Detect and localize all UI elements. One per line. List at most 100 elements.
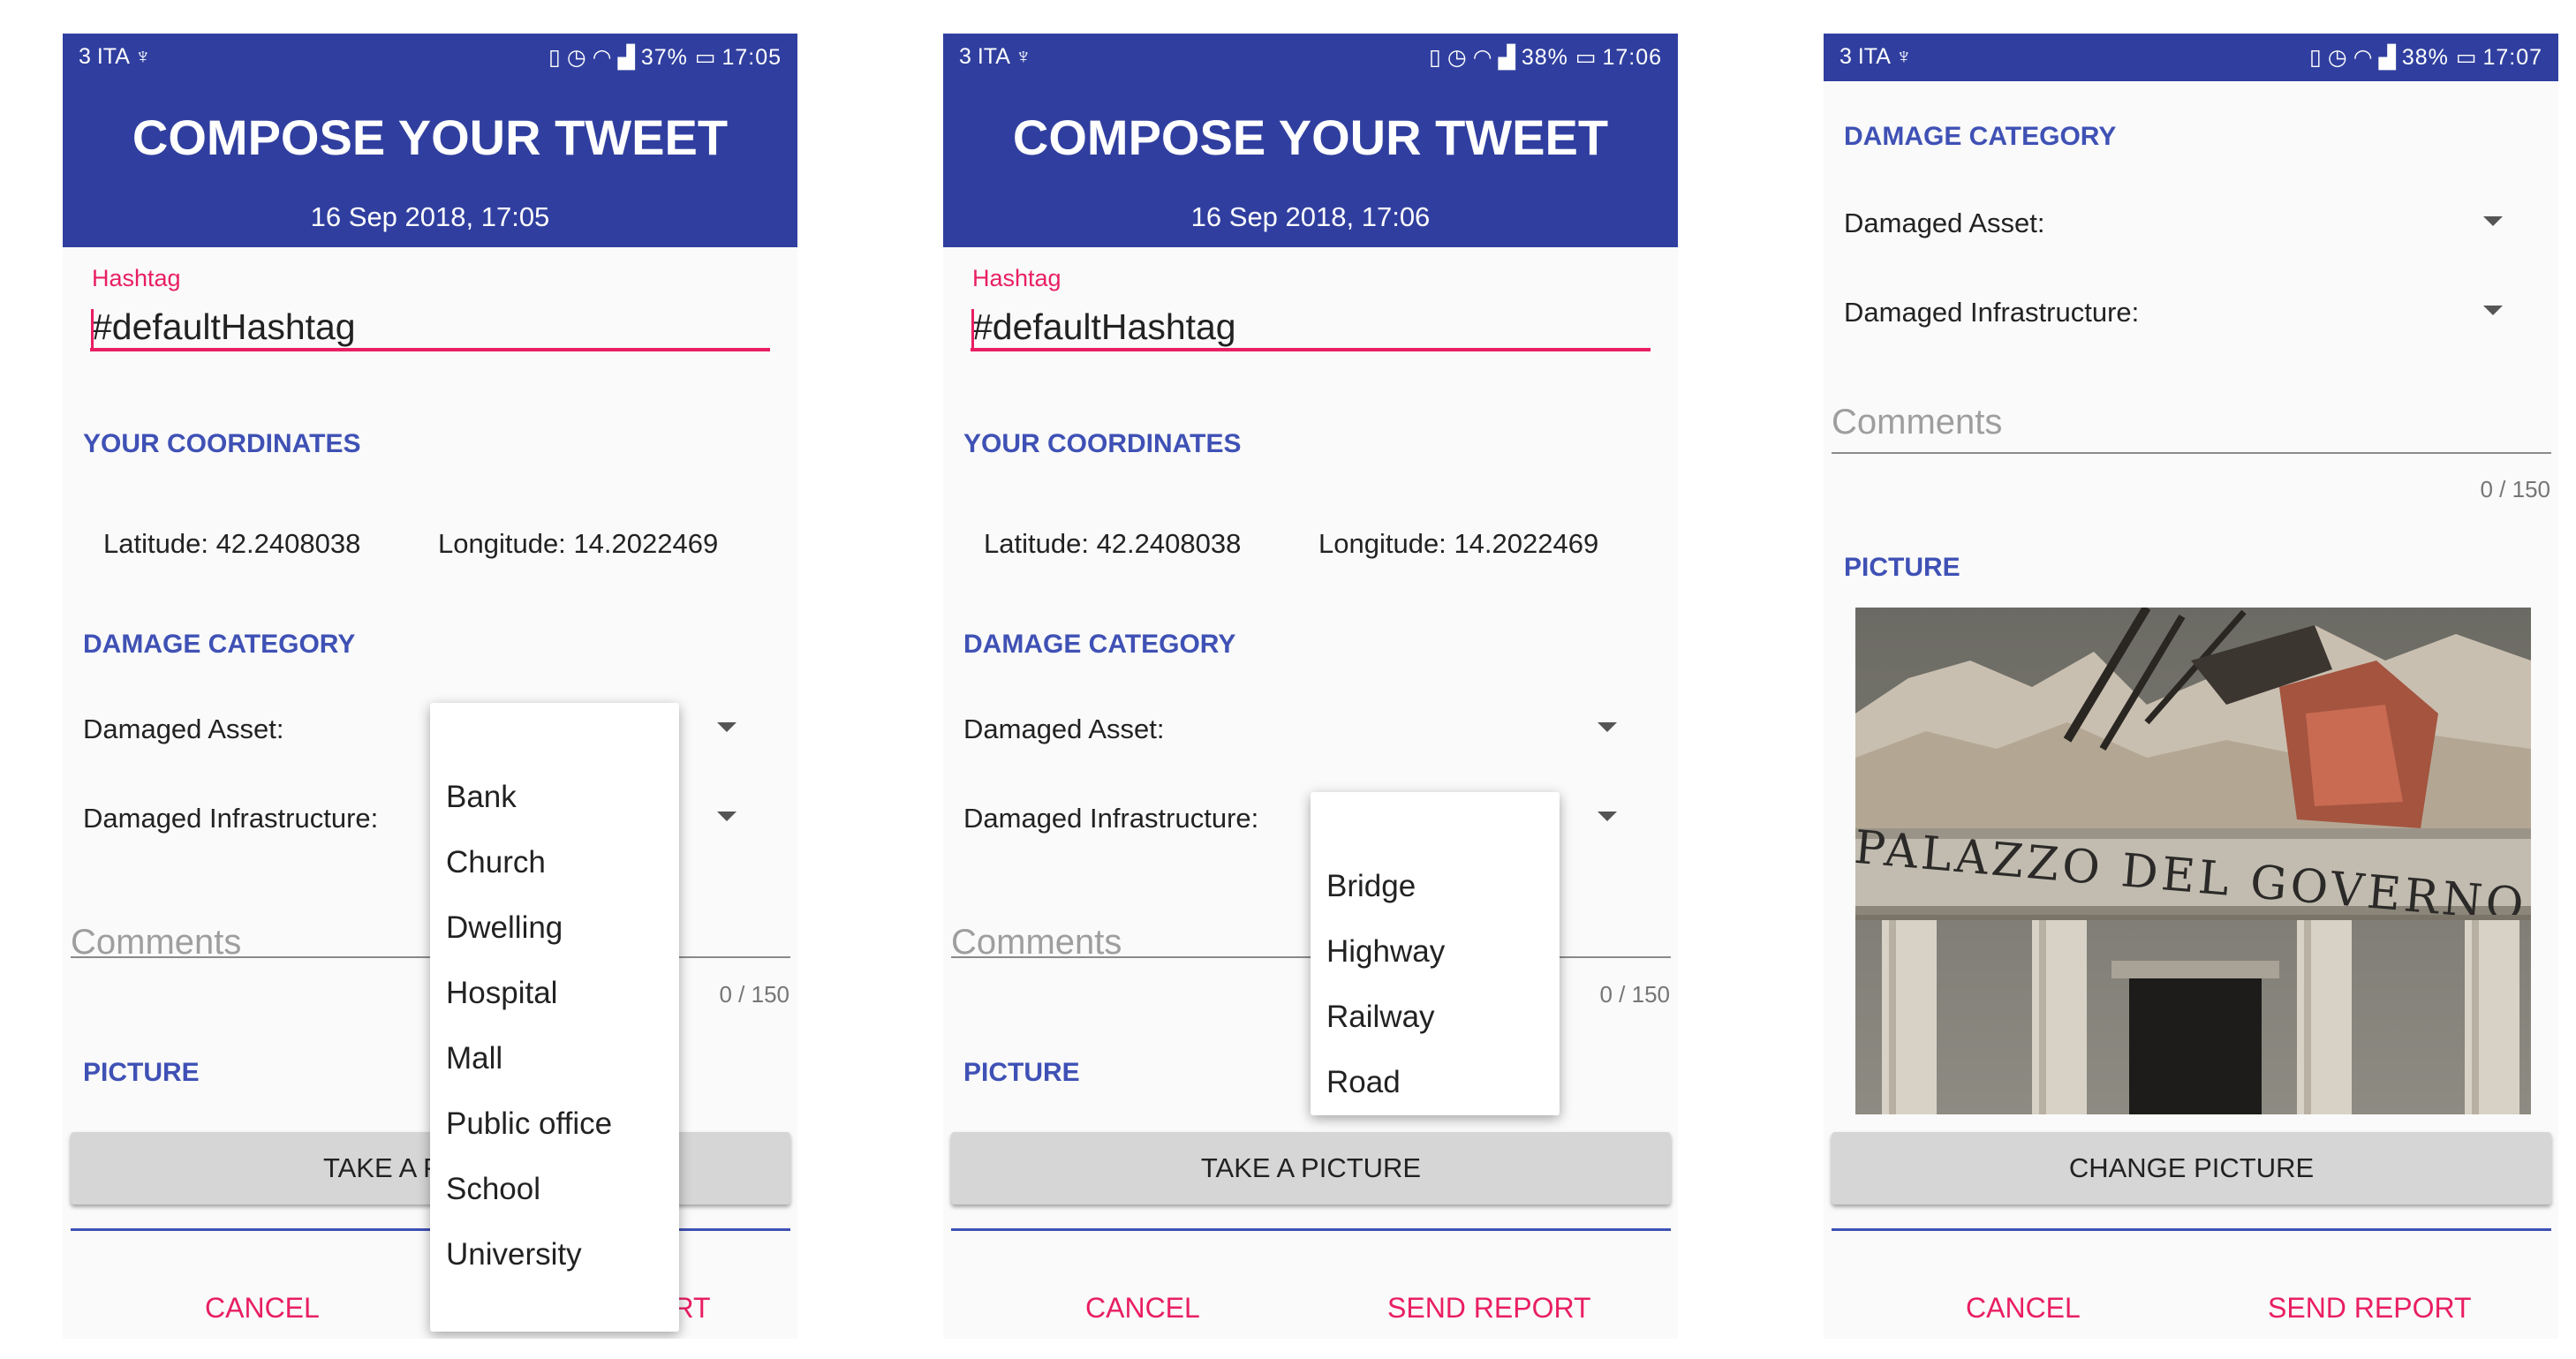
datetime: 16 Sep 2018, 17:06 [1190,201,1431,232]
longitude: Longitude: 14.2022469 [438,528,718,560]
vibrate-icon: ▯ [1429,45,1442,70]
send-report-button[interactable]: SEND REPORT [2268,1292,2472,1325]
char-counter: 0 / 150 [719,981,789,1008]
damaged-asset-label: Damaged Asset: [1844,208,2045,238]
signal-icon: ▟ [617,45,636,70]
dropdown-option[interactable]: Church [446,845,546,880]
battery-percent: 38% [1521,45,1568,70]
longitude-value: 14.2022469 [1454,528,1599,559]
status-bar: 3 ITA ♆ ▯ ◷ ◠ ▟ 38% ▭ 17:06 [943,34,1678,81]
infrastructure-dropdown-arrow-icon[interactable] [2483,306,2503,315]
status-icons: ▯ ◷ ◠ ▟ 37% ▭ 17:05 [548,44,782,71]
carrier: 3 ITA ♆ [1839,44,1913,69]
longitude-label: Longitude: [438,528,566,559]
vibrate-icon: ▯ [548,45,562,70]
screen-infrastructure-dropdown: COMPOSE YOUR TWEET 16 Sep 2018, 17:06 3 … [943,34,1678,1339]
wifi-icon: ◠ [1472,45,1493,70]
damage-category-heading: DAMAGE CATEGORY [83,630,356,659]
picture-heading: PICTURE [1844,553,1960,582]
damage-category-heading: DAMAGE CATEGORY [1844,122,2117,151]
coordinates-heading: YOUR COORDINATES [83,429,361,458]
divider [1832,1228,2551,1231]
carrier: 3 ITA ♆ [79,44,152,69]
char-counter: 0 / 150 [2480,476,2550,502]
damaged-infrastructure-label: Damaged Infrastructure: [963,803,1259,834]
alarm-icon: ◷ [566,45,587,70]
latitude: Latitude: 42.2408038 [103,528,360,560]
carrier: 3 ITA ♆ [959,44,1032,69]
comments-underline [1832,452,2551,454]
comments-input[interactable]: Comments [1832,403,2002,442]
dropdown-option[interactable]: Public office [446,1106,612,1142]
divider [951,1228,1671,1231]
infrastructure-dropdown-arrow-icon[interactable] [717,812,737,821]
infrastructure-dropdown-menu: Bridge Highway Railway Road [1311,792,1560,1115]
take-picture-button[interactable]: TAKE A PICTURE [951,1132,1671,1204]
picture-heading: PICTURE [963,1058,1080,1087]
dropdown-option[interactable]: University [446,1237,582,1272]
battery-percent: 37% [640,45,688,70]
latitude: Latitude: 42.2408038 [984,528,1241,560]
cancel-button[interactable]: CANCEL [1085,1292,1200,1325]
send-report-button[interactable]: SEND REPORT [1387,1292,1591,1325]
hashtag-label: Hashtag [972,265,1061,291]
dropdown-option[interactable]: Road [1326,1065,1401,1100]
signal-icon: ▟ [2378,45,2397,70]
cancel-button[interactable]: CANCEL [205,1292,320,1325]
latitude-label: Latitude: [984,528,1089,559]
dropdown-option[interactable]: Railway [1326,1000,1435,1035]
longitude: Longitude: 14.2022469 [1318,528,1598,560]
status-bar: 3 ITA ♆ ▯ ◷ ◠ ▟ 37% ▭ 17:05 [63,34,797,81]
status-icons: ▯ ◷ ◠ ▟ 38% ▭ 17:06 [1429,44,1662,71]
infrastructure-dropdown-arrow-icon[interactable] [1598,812,1617,821]
battery-percent: 38% [2401,45,2449,70]
alarm-icon: ◷ [1447,45,1468,70]
longitude-label: Longitude: [1318,528,1447,559]
asset-dropdown-menu: Bank Church Dwelling Hospital Mall Publi… [430,703,679,1332]
longitude-value: 14.2022469 [573,528,719,559]
dropdown-option[interactable]: Mall [446,1041,502,1076]
hashtag-input[interactable] [971,306,1651,351]
battery-icon: ▭ [694,45,717,70]
wifi-icon: ◠ [592,45,613,70]
dropdown-option[interactable]: Hospital [446,976,557,1011]
dropdown-option[interactable]: Bridge [1326,869,1416,904]
take-picture-label: TAKE A P [323,1152,442,1183]
screen-picture-attached: 3 ITA ♆ ▯ ◷ ◠ ▟ 38% ▭ 17:07 DAMAGE CATEGORY D… [1824,34,2558,1339]
damaged-asset-label: Damaged Asset: [83,713,284,744]
page-title: COMPOSE YOUR TWEET [132,109,729,165]
latitude-label: Latitude: [103,528,208,559]
alarm-icon: ◷ [2327,45,2348,70]
clock: 17:05 [721,45,782,70]
damaged-asset-label: Damaged Asset: [963,713,1165,744]
asset-dropdown-arrow-icon[interactable] [1598,722,1617,732]
dropdown-option[interactable]: School [446,1172,540,1207]
change-picture-button[interactable]: CHANGE PICTURE [1832,1132,2551,1204]
text-cursor [971,309,974,350]
battery-icon: ▭ [1575,45,1598,70]
damage-category-heading: DAMAGE CATEGORY [963,630,1236,659]
asset-dropdown-arrow-icon[interactable] [2483,216,2503,226]
hashtag-input[interactable] [90,306,770,351]
clock: 17:06 [1602,45,1662,70]
datetime: 16 Sep 2018, 17:05 [310,201,550,232]
dropdown-option[interactable]: Bank [446,780,517,815]
wifi-icon: ◠ [2353,45,2374,70]
photo-illustration: PALAZZO DEL GOVERNO [1855,608,2531,1114]
clock: 17:07 [2482,45,2542,70]
latitude-value: 42.2408038 [1096,528,1242,559]
latitude-value: 42.2408038 [215,528,361,559]
damaged-infrastructure-label: Damaged Infrastructure: [83,803,379,834]
asset-dropdown-arrow-icon[interactable] [717,722,737,732]
hashtag-label: Hashtag [92,265,181,291]
status-icons: ▯ ◷ ◠ ▟ 38% ▭ 17:07 [2309,44,2542,71]
dropdown-option[interactable]: Highway [1326,934,1445,970]
page-title: COMPOSE YOUR TWEET [1012,109,1609,165]
cancel-button[interactable]: CANCEL [1966,1292,2081,1325]
char-counter: 0 / 150 [1599,981,1670,1008]
damaged-building-photo: PALAZZO DEL GOVERNO [1855,608,2531,1114]
vibrate-icon: ▯ [2309,45,2323,70]
status-bar: 3 ITA ♆ ▯ ◷ ◠ ▟ 38% ▭ 17:07 [1824,34,2558,81]
dropdown-option[interactable]: Dwelling [446,910,563,946]
screen-asset-dropdown: COMPOSE YOUR TWEET 16 Sep 2018, 17:05 3 … [63,34,797,1339]
